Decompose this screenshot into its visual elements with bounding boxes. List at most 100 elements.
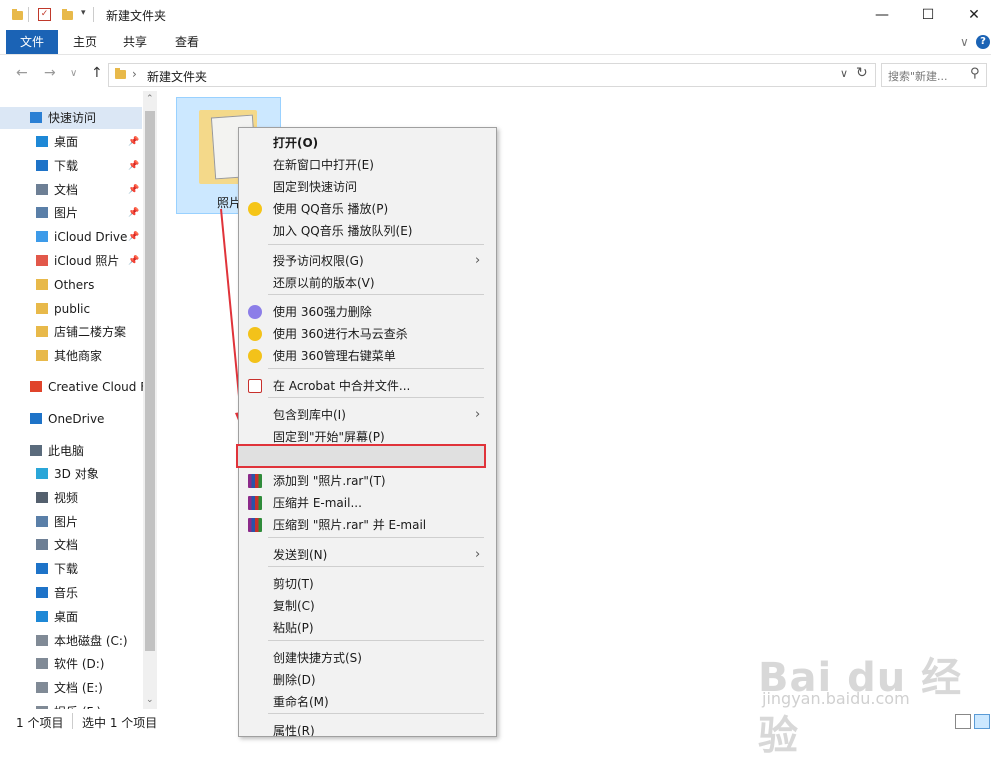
sidebar-item-label: Others bbox=[54, 277, 95, 292]
context-menu-item[interactable]: 包含到库中(I) › bbox=[239, 404, 496, 426]
help-icon[interactable]: ? bbox=[976, 35, 990, 49]
context-menu-item[interactable]: 使用 360管理右键菜单 bbox=[239, 345, 496, 367]
menu-separator bbox=[268, 397, 484, 398]
refresh-icon[interactable]: ↻ bbox=[856, 65, 868, 81]
winrar-icon bbox=[248, 496, 262, 510]
sidebar-item-quick[interactable]: iCloud 照片 📌 bbox=[0, 250, 142, 272]
customize-quick-access-icon[interactable]: ▾ bbox=[81, 8, 86, 18]
context-menu-item-label: 授予访问权限(G) bbox=[273, 254, 364, 268]
scrollbar-thumb[interactable] bbox=[145, 111, 155, 651]
sidebar-item-quick[interactable]: 店铺二楼方案 bbox=[0, 321, 142, 343]
forward-button[interactable]: → bbox=[44, 65, 56, 81]
sidebar-item-label: 此电脑 bbox=[48, 444, 85, 458]
context-menu-item[interactable]: 复制(C) bbox=[239, 595, 496, 617]
sidebar-item-pc[interactable]: 软件 (D:) bbox=[0, 653, 142, 675]
pin-icon: 📌 bbox=[128, 137, 140, 147]
context-menu-item[interactable]: 压缩并 E-mail... bbox=[239, 492, 496, 514]
sidebar-item-quick[interactable]: 桌面 📌 bbox=[0, 131, 142, 153]
context-menu-item[interactable]: 还原以前的版本(V) bbox=[239, 272, 496, 294]
context-menu-item[interactable]: 粘贴(P) bbox=[239, 617, 496, 639]
context-menu-item[interactable]: 打开(O) bbox=[239, 132, 496, 154]
folder-icon bbox=[36, 302, 48, 314]
address-dropdown-icon[interactable]: ∨ bbox=[840, 67, 848, 80]
picture-icon bbox=[36, 515, 48, 527]
context-menu-item-label: 固定到快速访问 bbox=[273, 180, 358, 194]
sidebar-item-label: 文档 bbox=[54, 538, 79, 553]
context-menu-item[interactable]: 在新窗口中打开(E) bbox=[239, 154, 496, 176]
tab-share[interactable]: 共享 bbox=[123, 30, 147, 54]
sidebar-item-onedrive[interactable]: OneDrive bbox=[0, 408, 142, 430]
context-menu-item[interactable]: 在 Acrobat 中合并文件... bbox=[239, 375, 496, 397]
sidebar-item-pc[interactable]: 桌面 bbox=[0, 606, 142, 628]
sidebar-item-pc[interactable]: 3D 对象 bbox=[0, 463, 142, 485]
sidebar-item-quick[interactable]: 下载 📌 bbox=[0, 155, 142, 177]
context-menu-item[interactable]: 发送到(N) › bbox=[239, 544, 496, 566]
sidebar-item-pc[interactable]: 文档 (E:) bbox=[0, 677, 142, 699]
cloud-icon bbox=[36, 231, 48, 243]
sidebar-item-pc[interactable]: 图片 bbox=[0, 511, 142, 533]
context-menu-item[interactable]: 授予访问权限(G) › bbox=[239, 250, 496, 272]
context-menu-item[interactable]: 使用 360强力删除 bbox=[239, 301, 496, 323]
context-menu-item-label: 使用 360强力删除 bbox=[273, 305, 372, 319]
scroll-down-icon[interactable]: ⌄ bbox=[146, 695, 154, 705]
address-bar[interactable]: › 新建文件夹 ∨ ↻ bbox=[108, 63, 876, 87]
context-menu-item[interactable]: 剪切(T) bbox=[239, 573, 496, 595]
computer-icon bbox=[30, 445, 42, 456]
360-scan-icon bbox=[248, 327, 262, 341]
context-menu-item[interactable]: 压缩到 "照片.rar" 并 E-mail bbox=[239, 514, 496, 536]
sidebar-scrollbar[interactable]: ⌃ ⌄ bbox=[143, 91, 157, 709]
scroll-up-icon[interactable]: ⌃ bbox=[146, 94, 154, 104]
sidebar-item-pc[interactable]: 文档 bbox=[0, 534, 142, 556]
drive-icon bbox=[36, 634, 48, 646]
360-delete-icon bbox=[248, 305, 262, 319]
tab-view[interactable]: 查看 bbox=[175, 30, 199, 54]
sidebar-item-quick[interactable]: 其他商家 bbox=[0, 345, 142, 367]
sidebar-item-label: 下载 bbox=[54, 562, 79, 577]
document-icon bbox=[36, 539, 48, 551]
context-menu-item[interactable]: 加入 QQ音乐 播放队列(E) bbox=[239, 220, 496, 242]
sidebar-item-quick[interactable]: iCloud Drive 📌 bbox=[0, 226, 142, 248]
context-menu-item[interactable]: 使用 QQ音乐 播放(P) bbox=[239, 198, 496, 220]
sidebar-item-pc[interactable]: 视频 bbox=[0, 487, 142, 509]
sidebar-item-quick[interactable]: 图片 📌 bbox=[0, 202, 142, 224]
tab-file[interactable]: 文件 bbox=[6, 30, 58, 54]
sidebar-item-label: 桌面 bbox=[54, 135, 79, 149]
maximize-button[interactable]: ☐ bbox=[905, 0, 951, 30]
search-input[interactable]: 搜索"新建... ⚲ bbox=[881, 63, 987, 87]
sidebar-item-pc[interactable]: 音乐 bbox=[0, 582, 142, 604]
folder-icon bbox=[12, 9, 23, 20]
download-icon bbox=[36, 563, 48, 575]
tab-home[interactable]: 主页 bbox=[73, 30, 97, 54]
360-manage-icon bbox=[248, 349, 262, 363]
document-icon bbox=[36, 183, 48, 195]
up-button[interactable]: ↑ bbox=[91, 65, 103, 81]
properties-icon[interactable]: ✓ bbox=[38, 8, 51, 21]
recent-locations-button[interactable]: ∨ bbox=[70, 68, 77, 79]
sidebar-item-creative-cloud[interactable]: Creative Cloud F bbox=[0, 376, 147, 398]
sidebar-item-quick[interactable]: Others bbox=[0, 274, 142, 296]
sidebar-item-quick-access[interactable]: 快速访问 bbox=[0, 107, 142, 129]
breadcrumb-separator[interactable]: › bbox=[132, 67, 137, 81]
sidebar-item-label: OneDrive bbox=[48, 412, 105, 426]
context-menu-item[interactable]: 删除(D) bbox=[239, 669, 496, 691]
sidebar-item-pc[interactable]: 本地磁盘 (C:) bbox=[0, 630, 142, 652]
sidebar-item-this-pc[interactable]: 此电脑 bbox=[0, 440, 142, 462]
context-menu-item[interactable]: 使用 360进行木马云查杀 bbox=[239, 323, 496, 345]
expand-ribbon-icon[interactable]: ∨ bbox=[960, 30, 969, 54]
minimize-button[interactable]: — bbox=[859, 0, 905, 30]
context-menu-item[interactable]: 创建快捷方式(S) bbox=[239, 647, 496, 669]
new-folder-icon[interactable] bbox=[62, 9, 73, 20]
sidebar-item-quick[interactable]: 文档 📌 bbox=[0, 179, 142, 201]
ribbon: 文件 主页 共享 查看 ∨ ? bbox=[0, 30, 991, 55]
search-icon[interactable]: ⚲ bbox=[970, 66, 980, 81]
sidebar-item-quick[interactable]: public bbox=[0, 298, 142, 320]
context-menu-item[interactable]: 添加到 "照片.rar"(T) bbox=[239, 470, 496, 492]
context-menu-item[interactable]: 固定到快速访问 bbox=[239, 176, 496, 198]
context-menu: 打开(O) 在新窗口中打开(E) 固定到快速访问使用 QQ音乐 播放(P) 加入 QQ… bbox=[238, 127, 497, 737]
close-button[interactable]: ✕ bbox=[951, 0, 991, 30]
menu-separator bbox=[268, 566, 484, 567]
back-button[interactable]: ← bbox=[16, 65, 28, 81]
breadcrumb-current[interactable]: 新建文件夹 bbox=[147, 68, 207, 85]
sidebar-item-pc[interactable]: 娱乐 (F:) bbox=[0, 701, 142, 709]
sidebar-item-pc[interactable]: 下载 bbox=[0, 558, 142, 580]
